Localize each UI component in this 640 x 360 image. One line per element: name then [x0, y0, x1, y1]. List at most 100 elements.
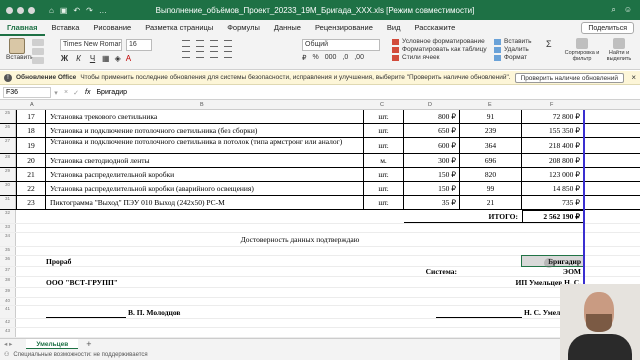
row-number[interactable]: 37 [0, 267, 16, 276]
item-number-cell[interactable]: 22 [16, 182, 46, 195]
close-window-button[interactable] [6, 6, 13, 14]
price-cell[interactable]: 800 ₽ [404, 110, 460, 123]
worksheet-grid[interactable]: 25 17 Установка трекового светильника шт… [0, 110, 640, 338]
item-name-cell[interactable]: Установка светодиодной ленты [46, 154, 364, 167]
fill-color-icon[interactable]: ◈ [115, 54, 121, 63]
cancel-icon[interactable]: × [61, 89, 71, 96]
quantity-cell[interactable]: 21 [460, 196, 522, 209]
row-number[interactable]: 43 [0, 328, 16, 337]
more-icon[interactable]: … [99, 6, 107, 15]
sum-cell[interactable]: 735 ₽ [522, 196, 584, 209]
tab-view[interactable]: Вид [380, 20, 408, 36]
item-name-cell[interactable]: Установка трекового светильника [46, 110, 364, 123]
quantity-cell[interactable]: 696 [460, 154, 522, 167]
decrease-decimal-icon[interactable]: ,00 [354, 54, 364, 62]
quantity-cell[interactable]: 99 [460, 182, 522, 195]
column-header-c[interactable]: C [380, 102, 384, 108]
tab-home[interactable]: Главная [0, 20, 45, 36]
format-painter-icon[interactable] [32, 57, 44, 64]
item-number-cell[interactable]: 20 [16, 154, 46, 167]
redo-icon[interactable]: ↷ [86, 6, 93, 15]
tab-review[interactable]: Рецензирование [308, 20, 380, 36]
row-number[interactable]: 26 [0, 124, 16, 137]
price-cell[interactable]: 150 ₽ [404, 168, 460, 181]
autosum-icon[interactable]: Σ [546, 39, 552, 49]
sum-cell[interactable]: 72 800 ₽ [522, 110, 584, 123]
delete-cells-button[interactable]: Удалить [494, 46, 532, 53]
name-box[interactable]: F36 [3, 87, 51, 98]
copy-icon[interactable] [32, 48, 44, 55]
search-icon[interactable]: ⌕ [611, 5, 615, 15]
font-name-select[interactable]: Times New Roman [60, 39, 122, 51]
price-cell[interactable]: 600 ₽ [404, 138, 460, 153]
sort-filter-button[interactable]: Сортировка и фильтр [564, 38, 600, 62]
row-number[interactable]: 27 [0, 138, 16, 153]
unit-cell[interactable]: шт. [364, 168, 404, 181]
row-number[interactable]: 35 [0, 247, 16, 255]
quantity-cell[interactable]: 91 [460, 110, 522, 123]
item-number-cell[interactable]: 21 [16, 168, 46, 181]
sheet-nav-icon[interactable]: ◂ ▸ [4, 340, 12, 348]
row-number[interactable]: 31 [0, 196, 16, 209]
item-name-cell[interactable]: Установка распределительной коробки (ава… [46, 182, 364, 195]
sum-cell[interactable]: 218 400 ₽ [522, 138, 584, 153]
unit-cell[interactable]: шт. [364, 138, 404, 153]
quantity-cell[interactable]: 820 [460, 168, 522, 181]
total-label[interactable]: ИТОГО: [404, 210, 522, 223]
format-cells-button[interactable]: Формат [494, 54, 532, 61]
confirm-text[interactable]: Достоверность данных подтверждаю [16, 233, 584, 246]
tab-tell-me[interactable]: Расскажите [407, 20, 462, 36]
item-number-cell[interactable]: 19 [16, 138, 46, 153]
zoom-window-button[interactable] [28, 6, 35, 14]
column-header-b[interactable]: B [200, 102, 204, 108]
left-signature[interactable]: В. П. Молодцов [128, 306, 218, 318]
quantity-cell[interactable]: 239 [460, 124, 522, 137]
item-name-cell[interactable]: Установка распределительной коробки [46, 168, 364, 181]
total-value[interactable]: 2 562 190 ₽ [522, 210, 584, 223]
left-company[interactable]: ООО "ВСТ-ГРУПП" [46, 277, 206, 287]
align-center-icon[interactable] [196, 51, 204, 58]
sum-cell[interactable]: 14 850 ₽ [522, 182, 584, 195]
row-number[interactable]: 39 [0, 288, 16, 297]
row-number[interactable]: 34 [0, 233, 16, 246]
item-name-cell[interactable]: Пиктограмма "Выход" ПЭУ 010 Выход (242х5… [46, 196, 364, 209]
price-cell[interactable]: 150 ₽ [404, 182, 460, 195]
row-number[interactable]: 40 [0, 298, 16, 305]
save-icon[interactable]: ▣ [60, 6, 68, 15]
check-updates-button[interactable]: Проверить наличие обновлений [514, 73, 624, 83]
column-header-e[interactable]: E [488, 102, 492, 108]
accessibility-icon[interactable]: ⚇ [4, 351, 9, 358]
column-header-a[interactable]: A [30, 102, 34, 108]
cut-icon[interactable] [32, 39, 44, 46]
tab-formulas[interactable]: Формулы [220, 20, 267, 36]
insert-cells-button[interactable]: Вставить [494, 38, 532, 45]
sheet-tab-active[interactable]: Умельцев [26, 338, 79, 350]
row-number[interactable]: 28 [0, 154, 16, 167]
borders-icon[interactable]: ▦ [102, 54, 110, 63]
system-value[interactable]: ЭОМ [522, 267, 584, 276]
confirm-icon[interactable]: ✓ [71, 89, 81, 97]
tab-draw[interactable]: Рисование [86, 20, 138, 36]
system-label[interactable]: Система: [404, 267, 460, 276]
account-icon[interactable]: ☺ [624, 5, 632, 15]
tab-page-layout[interactable]: Разметка страницы [138, 20, 220, 36]
add-sheet-icon[interactable]: + [86, 339, 91, 349]
row-number[interactable]: 41 [0, 306, 16, 318]
align-middle-icon[interactable] [196, 40, 204, 47]
conditional-format-button[interactable]: Условное форматирование [392, 38, 487, 45]
unit-cell[interactable]: м. [364, 154, 404, 167]
item-number-cell[interactable]: 18 [16, 124, 46, 137]
find-select-button[interactable]: Найти и выделить [602, 38, 636, 62]
merge-icon[interactable] [224, 51, 232, 58]
italic-icon[interactable]: К [74, 54, 83, 63]
price-cell[interactable]: 300 ₽ [404, 154, 460, 167]
increase-decimal-icon[interactable]: ,0 [342, 54, 348, 62]
row-number[interactable]: 38 [0, 277, 16, 287]
number-format-select[interactable]: Общий [302, 39, 380, 51]
unit-cell[interactable]: шт. [364, 182, 404, 195]
item-name-cell[interactable]: Установка и подключение потолочного свет… [46, 138, 364, 153]
row-number[interactable]: 42 [0, 319, 16, 327]
row-number[interactable]: 33 [0, 224, 16, 232]
quantity-cell[interactable]: 364 [460, 138, 522, 153]
paste-button[interactable]: Вставить [6, 38, 34, 66]
